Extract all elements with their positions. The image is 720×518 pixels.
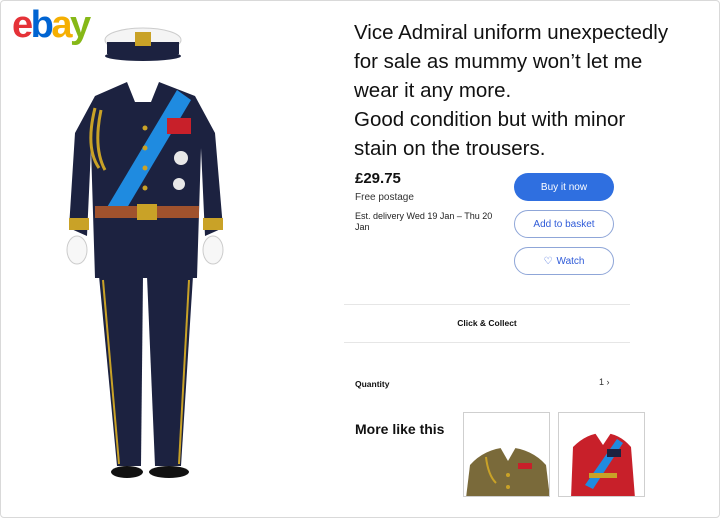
add-to-basket-label: Add to basket (533, 218, 595, 230)
similar-item-khaki-uniform[interactable] (463, 412, 550, 497)
title-line: Good condition but with minor (354, 108, 626, 131)
buy-now-button[interactable]: Buy it now (514, 173, 614, 201)
title-line: stain on the trousers. (354, 137, 546, 160)
quantity-label: Quantity (355, 379, 390, 389)
click-and-collect: Click & Collect (457, 318, 517, 328)
delivery-estimate: Est. delivery Wed 19 Jan – Thu 20 Jan (355, 211, 493, 232)
logo-letter-b: b (30, 4, 54, 46)
similar-item-red-tunic[interactable] (558, 412, 645, 497)
postage-info: Free postage (355, 192, 414, 203)
listing-title: Vice Admiral uniform unexpectedly for sa… (354, 18, 714, 163)
add-to-basket-button[interactable]: Add to basket (514, 210, 614, 238)
buy-now-label: Buy it now (540, 181, 588, 193)
heart-icon: ♡ (543, 255, 553, 267)
product-image[interactable] (55, 18, 245, 488)
divider (344, 304, 630, 305)
more-like-this-heading: More like this (355, 421, 445, 437)
price: £29.75 (355, 170, 401, 187)
uniform-illustration (66, 27, 224, 478)
title-line: Vice Admiral uniform unexpectedly (354, 21, 669, 44)
logo-letter-e: e (12, 4, 33, 46)
divider (344, 342, 630, 343)
watch-label: Watch (556, 255, 585, 267)
quantity-selector[interactable]: 1 › (599, 377, 610, 387)
watch-button[interactable]: ♡ Watch (514, 247, 614, 275)
khaki-uniform-image (464, 413, 549, 496)
title-line: for sale as mummy won’t let me (354, 50, 643, 73)
red-tunic-image (559, 413, 644, 496)
title-line: wear it any more. (354, 79, 512, 102)
